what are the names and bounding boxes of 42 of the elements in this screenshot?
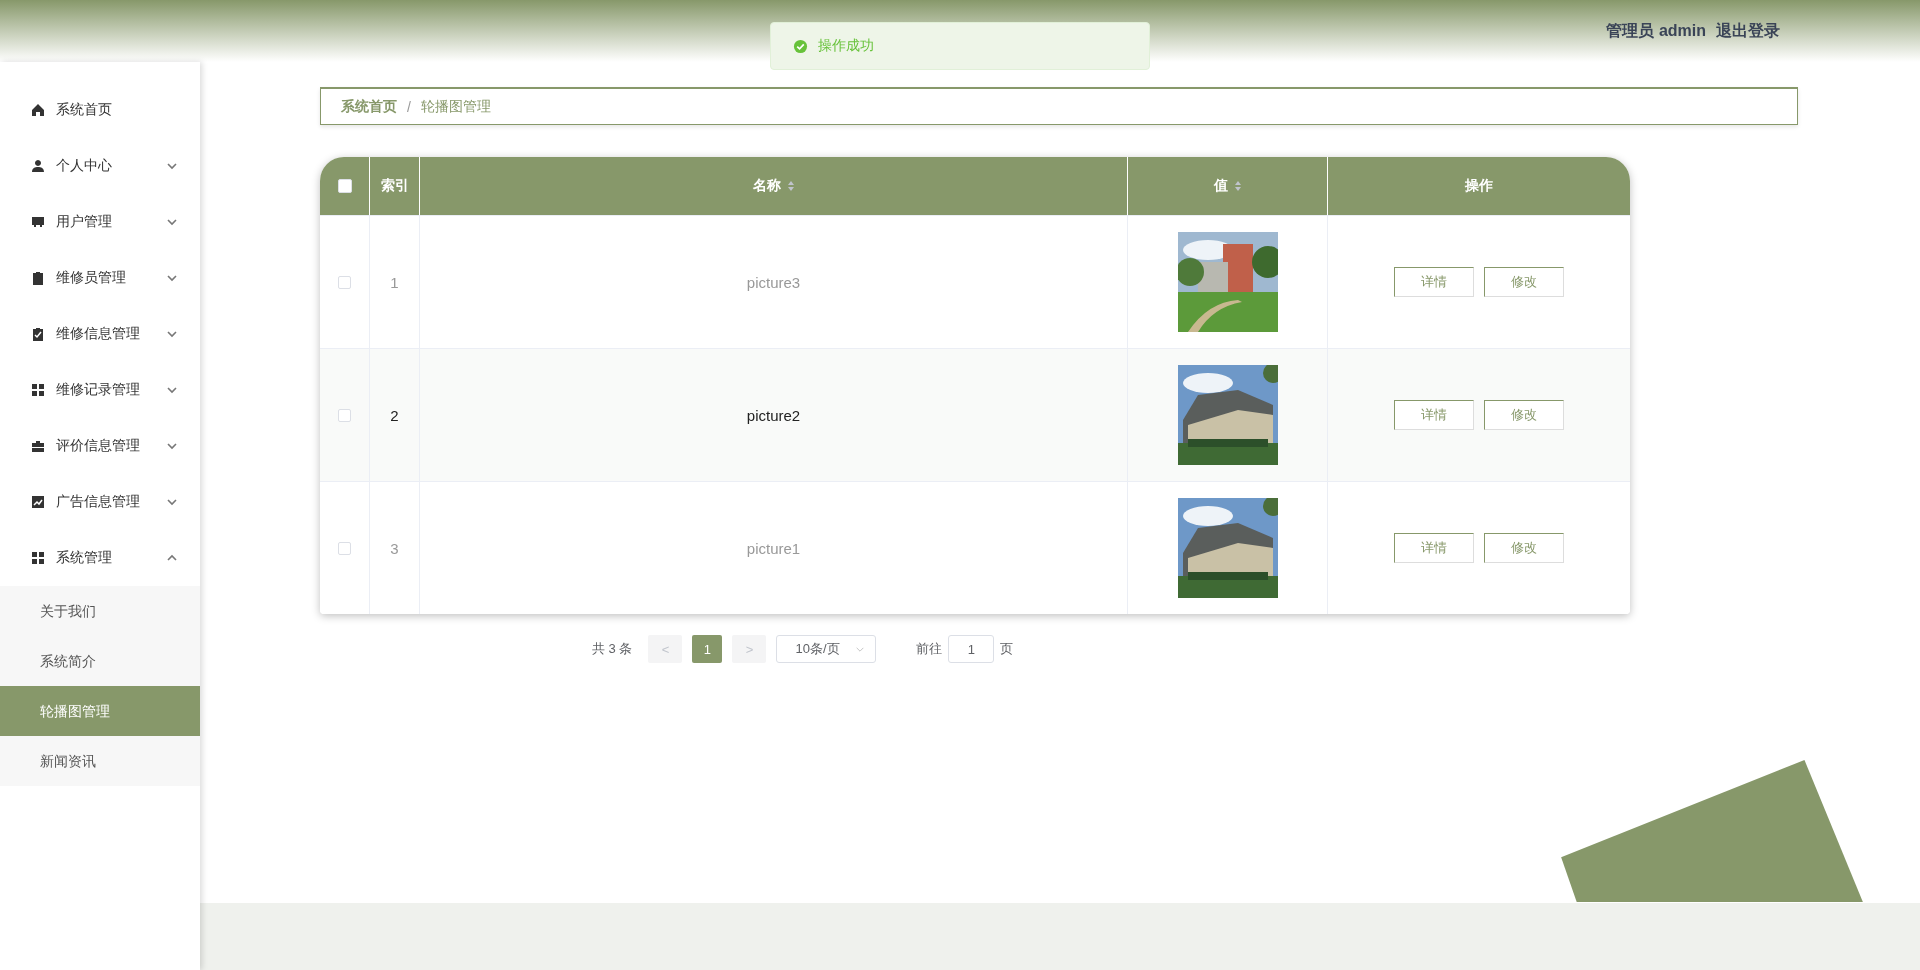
check-icon <box>30 326 46 342</box>
goto-label: 前往 <box>916 640 943 658</box>
briefcase-icon <box>30 438 46 454</box>
grid-icon <box>30 550 46 566</box>
chart-icon <box>30 494 46 510</box>
header-cell-text: 操作 <box>1464 176 1494 195</box>
menu-item[interactable]: 用户管理 <box>0 194 200 250</box>
sort-icon[interactable] <box>1233 180 1242 192</box>
page-size-select[interactable]: 10条/页 <box>776 635 877 663</box>
menu-item[interactable]: 系统管理 <box>0 530 200 586</box>
page-input[interactable]: 1 <box>948 635 995 663</box>
table-cell: 3 <box>370 482 420 614</box>
bus-icon <box>30 214 46 230</box>
success-icon <box>793 38 808 54</box>
submenu-item[interactable]: 关于我们 <box>0 586 200 636</box>
home-icon <box>30 102 46 118</box>
row-checkbox[interactable] <box>338 541 351 555</box>
menu-item[interactable]: 维修信息管理 <box>0 306 200 362</box>
breadcrumb-item: 轮播图管理 <box>420 97 491 116</box>
row-checkbox[interactable] <box>338 275 351 289</box>
total-count: 共 3 条 <box>592 640 633 658</box>
menu-item[interactable]: 系统首页 <box>0 82 200 138</box>
logout-link[interactable]: 退出登录 <box>1716 20 1780 42</box>
chevron-down-icon <box>855 645 866 653</box>
row-checkbox[interactable] <box>338 408 351 422</box>
submenu-item[interactable]: 新闻资讯 <box>0 736 200 786</box>
breadcrumb-item: / <box>407 98 411 115</box>
menu-item[interactable]: 广告信息管理 <box>0 474 200 530</box>
select-all-checkbox[interactable] <box>337 179 352 193</box>
menu-item[interactable]: 维修员管理 <box>0 250 200 306</box>
menu-item[interactable]: 评价信息管理 <box>0 418 200 474</box>
menu-item[interactable]: 个人中心 <box>0 138 200 194</box>
toast-message: 操作成功 <box>818 37 874 55</box>
table-cell: picture1 <box>420 482 1128 614</box>
page-suffix: 页 <box>1000 640 1014 658</box>
user-label: 管理员 admin <box>1606 20 1706 41</box>
person-icon <box>30 158 46 174</box>
clipboard-icon <box>30 270 46 286</box>
menu-item[interactable]: 维修记录管理 <box>0 362 200 418</box>
grid-icon <box>30 382 46 398</box>
sort-icon[interactable] <box>786 180 795 192</box>
submenu-item[interactable]: 系统简介 <box>0 636 200 686</box>
